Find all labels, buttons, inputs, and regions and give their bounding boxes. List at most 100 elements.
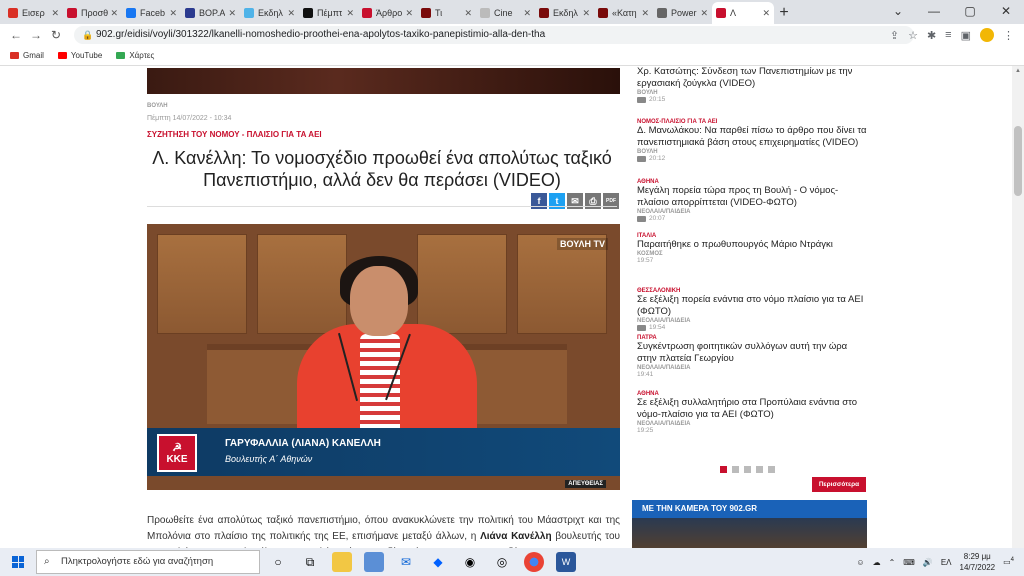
article-video[interactable]: ΒΟΥΛΗ TV ☭ KKE ΓΑΡΥΦΑΛΛΙΑ (ΛΙΑΝΑ) ΚΑΝΕΛΛΗ… (147, 224, 620, 490)
close-tab-icon[interactable]: ✕ (582, 8, 590, 19)
pagination-dot[interactable] (768, 466, 775, 473)
browser-tab[interactable]: «Κατη ✕ (594, 2, 653, 24)
media-icon[interactable]: ≡ (945, 29, 951, 41)
pagination-dot[interactable] (732, 466, 739, 473)
news-item[interactable]: ΝΟΜΟΣ-ΠΛΑΙΣΙΟ ΓΙΑ ΤΑ ΑΕΙ Δ. Μανωλάκου: Να… (637, 119, 867, 162)
news-item[interactable]: Χρ. Κατσώτης: Σύνδεση των Πανεπιστημίων … (637, 66, 867, 103)
news-headline[interactable]: Μεγάλη πορεία τώρα προς τη Βουλή - Ο νόμ… (637, 185, 867, 209)
news-headline[interactable]: Χρ. Κατσώτης: Σύνδεση των Πανεπιστημίων … (637, 66, 867, 90)
browser-tab[interactable]: BOP.A ✕ (181, 2, 240, 24)
dropbox-icon[interactable]: ◆ (428, 552, 448, 572)
chrome-icon[interactable] (524, 552, 544, 572)
browser-tab[interactable]: Εισερ ✕ (4, 2, 63, 24)
browser-tab[interactable]: Τι ✕ (417, 2, 476, 24)
language-indicator[interactable]: ΕΛ (941, 558, 952, 567)
share-icon[interactable]: ⇪ (890, 29, 899, 42)
back-icon[interactable]: ← (6, 28, 26, 42)
pagination-dot[interactable] (756, 466, 763, 473)
news-headline[interactable]: Σε εξέλιξη πορεία ενάντια στο νόμο πλαίσ… (637, 294, 867, 318)
news-headline[interactable]: Δ. Μανωλάκου: Να παρθεί πίσω το άρθρο πο… (637, 125, 867, 149)
browser-tab[interactable]: Cine ✕ (476, 2, 535, 24)
close-tab-icon[interactable]: ✕ (346, 8, 354, 19)
start-button[interactable] (0, 548, 36, 576)
tab-favicon-icon (421, 8, 431, 18)
browser-tab[interactable]: Πέμπτ ✕ (299, 2, 358, 24)
volume-icon[interactable]: 🔊 (923, 558, 933, 567)
browser-tab[interactable]: Λ ✕ (712, 2, 774, 24)
page-scrollbar[interactable]: ▲ (1012, 66, 1024, 548)
news-headline[interactable]: Συγκέντρωση φοιτητικών συλλόγων αυτή την… (637, 341, 867, 365)
camera-section-image[interactable] (632, 518, 867, 548)
chevron-down-icon[interactable]: ⌄ (880, 0, 916, 24)
cortana-icon[interactable]: ○ (268, 552, 288, 572)
search-placeholder: Πληκτρολογήστε εδώ για αναζήτηση (61, 556, 214, 567)
news-headline[interactable]: Σε εξέλιξη συλλαλητήριο στα Προπύλαια εν… (637, 397, 867, 421)
close-tab-icon[interactable]: ✕ (464, 8, 472, 19)
maximize-icon[interactable]: ▢ (952, 0, 988, 24)
news-item[interactable]: ΙΤΑΛΙΑ Παραιτήθηκε ο πρωθυπουργός Μάριο Ν… (637, 233, 867, 264)
pagination-dot[interactable] (720, 466, 727, 473)
clock[interactable]: 8:29 μμ 14/7/2022 (960, 551, 996, 573)
bookmark-gmail[interactable]: Gmail (10, 51, 44, 60)
close-tab-icon[interactable]: ✕ (523, 8, 531, 19)
bookmark-youtube[interactable]: YouTube (57, 51, 102, 60)
taskbar-search[interactable]: ⌕ Πληκτρολογήστε εδώ για αναζήτηση (36, 550, 260, 574)
article-source[interactable]: ΒΟΥΛΗ (147, 103, 168, 109)
minimize-icon[interactable]: — (916, 0, 952, 24)
browser-tab[interactable]: Προσθ ✕ (63, 2, 122, 24)
store-icon[interactable] (364, 552, 384, 572)
scrollbar-thumb[interactable] (1014, 126, 1022, 196)
close-tab-icon[interactable]: ✕ (287, 8, 295, 19)
forward-icon[interactable]: → (26, 28, 46, 42)
close-tab-icon[interactable]: ✕ (700, 8, 708, 19)
tab-favicon-icon (480, 8, 490, 18)
news-item[interactable]: ΑΘΗΝΑ Σε εξέλιξη συλλαλητήριο στα Προπύλα… (637, 391, 867, 434)
close-tab-icon[interactable]: ✕ (228, 8, 236, 19)
news-headline[interactable]: Παραιτήθηκε ο πρωθυπουργός Μάριο Ντράγκι (637, 239, 867, 251)
news-time: 20:07 (637, 215, 867, 222)
profile-avatar[interactable] (980, 28, 994, 42)
tray-overflow-icon[interactable]: ⌃ (889, 558, 896, 567)
menu-icon[interactable]: ⋮ (1003, 29, 1014, 42)
close-tab-icon[interactable]: ✕ (169, 8, 177, 19)
taskbar-apps: ○ ⧉ ✉ ◆ ◉ ◎ W (268, 552, 576, 572)
notifications-icon[interactable]: ▭4 (1003, 557, 1014, 567)
browser-tab[interactable]: Faceb ✕ (122, 2, 181, 24)
mail-icon[interactable]: ✉ (396, 552, 416, 572)
news-item[interactable]: ΑΘΗΝΑ Μεγάλη πορεία τώρα προς τη Βουλή - … (637, 179, 867, 222)
file-explorer-icon[interactable] (332, 552, 352, 572)
tab-label: Λ (730, 8, 737, 18)
new-tab-button[interactable]: + (774, 2, 794, 24)
news-item[interactable]: ΠΑΤΡΑ Συγκέντρωση φοιτητικών συλλόγων αυτ… (637, 335, 867, 378)
close-tab-icon[interactable]: ✕ (641, 8, 649, 19)
close-tab-icon[interactable]: ✕ (762, 8, 770, 19)
gmail-icon (10, 52, 19, 59)
word-icon[interactable]: W (556, 552, 576, 572)
reload-icon[interactable]: ↻ (46, 28, 66, 42)
browser-tab[interactable]: Power ✕ (653, 2, 712, 24)
app-icon[interactable]: ◎ (492, 552, 512, 572)
browser-tab[interactable]: Εκδηλ ✕ (240, 2, 299, 24)
browser-tab[interactable]: Εκδηλ ✕ (535, 2, 594, 24)
bookmark-star-icon[interactable]: ☆ (908, 29, 918, 42)
close-tab-icon[interactable]: ✕ (51, 8, 59, 19)
close-icon[interactable]: ✕ (988, 0, 1024, 24)
more-button[interactable]: Περισσότερα (812, 477, 866, 492)
article-category[interactable]: ΣΥΖΗΤΗΣΗ ΤΟΥ ΝΟΜΟΥ - ΠΛΑΙΣΙΟ ΓΙΑ ΤΑ ΑΕΙ (147, 130, 322, 139)
browser-tab[interactable]: Άρθρο ✕ (358, 2, 417, 24)
task-view-icon[interactable]: ⧉ (300, 552, 320, 572)
close-tab-icon[interactable]: ✕ (405, 8, 413, 19)
scroll-up-icon[interactable]: ▲ (1012, 68, 1024, 74)
camera-section-header[interactable]: ΜΕ ΤΗΝ ΚΑΜΕΡΑ ΤΟΥ 902.GR (632, 500, 867, 518)
app-icon[interactable]: ◉ (460, 552, 480, 572)
network-icon[interactable]: ⌨ (903, 558, 915, 567)
bookmark-maps[interactable]: Χάρτες (116, 51, 154, 60)
weather-icon[interactable]: ☁ (873, 558, 881, 567)
close-tab-icon[interactable]: ✕ (110, 8, 118, 19)
pagination-dot[interactable] (744, 466, 751, 473)
url-field[interactable]: 🔒 902.gr/eidisi/voyli/301322/lkanelli-no… (74, 26, 914, 44)
people-icon[interactable]: ☺ (856, 558, 864, 567)
news-item[interactable]: ΘΕΣΣΑΛΟΝΙΚΗ Σε εξέλιξη πορεία ενάντια στο… (637, 288, 867, 331)
extensions-icon[interactable]: ✱ (927, 29, 936, 42)
sidepanel-icon[interactable]: ▣ (961, 29, 971, 42)
